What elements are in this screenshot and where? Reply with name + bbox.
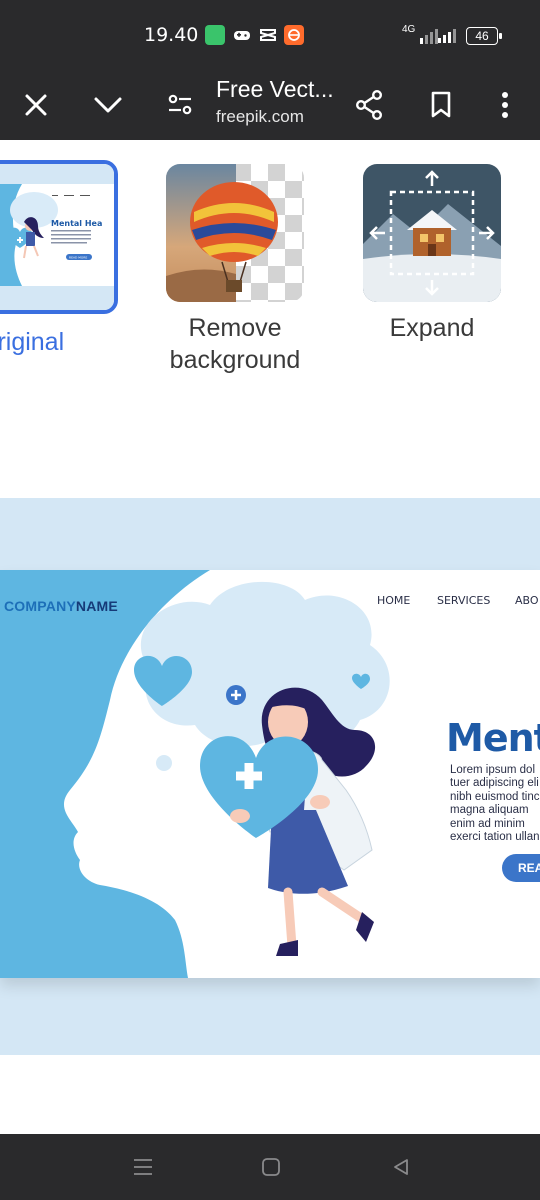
expand-thumbnail <box>363 164 501 302</box>
original-label: Original <box>0 328 65 356</box>
gamepad-icon <box>232 25 252 45</box>
status-bar: 19.40 4G 46 <box>0 0 540 70</box>
home-icon[interactable] <box>256 1154 286 1180</box>
company-name: COMPANYNAME <box>4 598 118 614</box>
option-expand[interactable]: Expand <box>363 164 501 344</box>
original-thumbnail: Mental Hea READ MORE <box>0 160 118 314</box>
option-remove-background[interactable]: Remove background <box>166 164 304 376</box>
menu-icon[interactable] <box>128 1154 158 1180</box>
preview-hero-text: Lorem ipsum dol tuer adipiscing eli nibh… <box>450 764 540 844</box>
body-line: nibh euismod tinc <box>450 790 540 803</box>
preview-nav-home: HOME <box>377 594 411 607</box>
battery-icon: 46 <box>466 27 502 45</box>
orange-app-icon <box>284 25 304 45</box>
signal-icon-2 <box>438 29 456 43</box>
remove-label-line1: Remove <box>188 314 282 342</box>
remove-background-thumbnail <box>166 164 304 302</box>
preview-nav-services: SERVICES <box>437 594 491 607</box>
body-line: Lorem ipsum dol <box>450 764 536 776</box>
more-vert-icon[interactable] <box>482 82 528 128</box>
page-domain: freepik.com <box>216 107 304 126</box>
body-line: magna aliquam <box>450 804 529 817</box>
page-title: Free Vect... <box>216 76 334 102</box>
body-line: exerci tation ullan <box>450 831 540 844</box>
green-app-icon <box>205 25 225 45</box>
site-settings-icon[interactable] <box>157 82 203 128</box>
thumb-button: READ MORE <box>69 256 87 260</box>
network-type: 4G <box>402 24 416 35</box>
company-suffix: NAME <box>75 598 118 614</box>
signal-icon <box>420 29 438 44</box>
thumb-title: Mental Hea <box>51 219 102 228</box>
preview-read-more-button: REA <box>502 854 540 882</box>
preview-hero-title: Menta <box>446 716 540 760</box>
chevron-down-icon[interactable] <box>85 82 131 128</box>
close-icon[interactable] <box>13 82 59 128</box>
page-title-block[interactable]: Free Vect... freepik.com <box>216 76 346 127</box>
capcut-icon <box>258 25 278 45</box>
remove-background-label: Remove background <box>166 312 304 376</box>
bookmark-icon[interactable] <box>418 82 464 128</box>
preview-image[interactable]: COMPANYNAME HOME SERVICES ABO Menta Lore… <box>0 570 540 978</box>
option-original[interactable]: Mental Hea READ MORE Original <box>0 160 118 358</box>
preview-nav-about: ABO <box>515 594 539 607</box>
system-nav-bar <box>0 1134 540 1200</box>
remove-label-line2: background <box>169 346 301 374</box>
body-line: tuer adipiscing eli <box>450 777 539 790</box>
company-prefix: COMPANY <box>4 598 76 614</box>
expand-label: Expand <box>389 314 475 342</box>
share-icon[interactable] <box>346 82 392 128</box>
browser-toolbar: Free Vect... freepik.com <box>0 70 540 140</box>
status-time: 19.40 <box>144 24 199 46</box>
body-line: enim ad minim <box>450 817 525 830</box>
back-icon[interactable] <box>386 1154 416 1180</box>
